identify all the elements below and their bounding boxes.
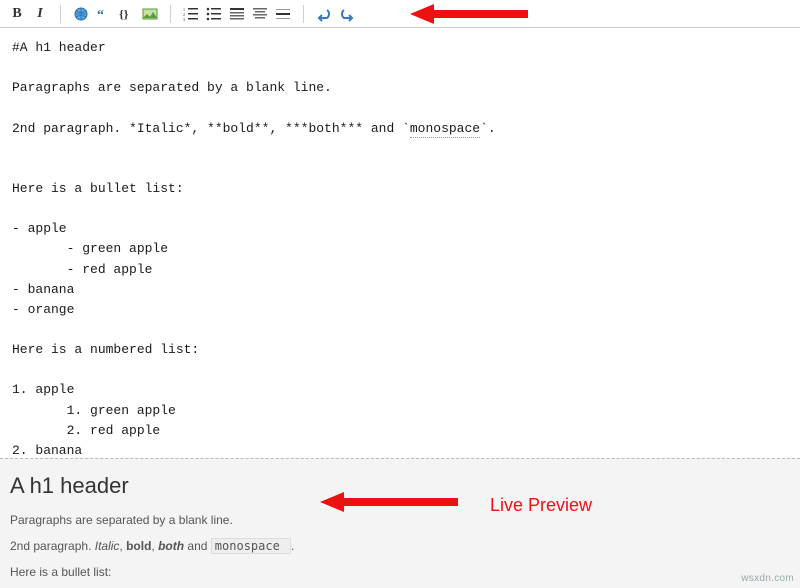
editor-line: #A h1 header: [12, 40, 106, 55]
svg-text:3: 3: [183, 17, 185, 22]
editor-mono-span: monospace: [410, 121, 480, 138]
undo-icon: [316, 6, 332, 22]
editor-line: - red apple: [12, 262, 152, 277]
preview-paragraph: Paragraphs are separated by a blank line…: [10, 513, 790, 527]
editor-line: `.: [480, 121, 496, 136]
heading-button[interactable]: [226, 3, 248, 25]
markdown-editor[interactable]: #A h1 header Paragraphs are separated by…: [0, 28, 800, 458]
preview-h1: A h1 header: [10, 473, 790, 499]
heading-icon: [229, 6, 245, 22]
toolbar: B I “ {} 1 2 3: [0, 0, 800, 28]
quote-icon: “: [96, 6, 112, 22]
toolbar-separator: [60, 5, 61, 23]
svg-text:“: “: [97, 8, 104, 22]
preview-mono: monospace: [211, 538, 291, 554]
quote-button[interactable]: “: [93, 3, 115, 25]
ordered-list-icon: 1 2 3: [183, 6, 199, 22]
editor-line: - apple: [12, 221, 67, 236]
preview-text: .: [291, 539, 294, 553]
redo-button[interactable]: [336, 3, 358, 25]
preview-bold-italic: both: [158, 539, 184, 553]
live-preview-pane: A h1 header Paragraphs are separated by …: [0, 458, 800, 588]
preview-text: 2nd paragraph.: [10, 539, 95, 553]
editor-line: 1. green apple: [12, 403, 176, 418]
italic-button[interactable]: I: [29, 3, 51, 25]
align-icon: [252, 6, 268, 22]
ordered-list-button[interactable]: 1 2 3: [180, 3, 202, 25]
preview-paragraph: 2nd paragraph. Italic, bold, both and mo…: [10, 539, 790, 553]
code-button[interactable]: {}: [116, 3, 138, 25]
preview-italic: Italic: [95, 539, 120, 553]
editor-line: Paragraphs are separated by a blank line…: [12, 80, 332, 95]
unordered-list-button[interactable]: [203, 3, 225, 25]
globe-icon: [73, 6, 89, 22]
bold-button[interactable]: B: [6, 3, 28, 25]
editor-line: 2nd paragraph. *Italic*, **bold**, ***bo…: [12, 121, 410, 136]
editor-line: - green apple: [12, 241, 168, 256]
toolbar-separator: [170, 5, 171, 23]
braces-icon: {}: [119, 6, 135, 22]
editor-line: - banana: [12, 282, 74, 297]
editor-line: - orange: [12, 302, 74, 317]
editor-line: 1. apple: [12, 382, 74, 397]
editor-line: Here is a numbered list:: [12, 342, 199, 357]
align-button[interactable]: [249, 3, 271, 25]
hr-button[interactable]: [272, 3, 294, 25]
image-icon: [142, 6, 158, 22]
image-button[interactable]: [139, 3, 161, 25]
redo-icon: [339, 6, 355, 22]
editor-line: Here is a bullet list:: [12, 181, 184, 196]
undo-button[interactable]: [313, 3, 335, 25]
svg-text:{}: {}: [119, 7, 129, 21]
editor-line: 2. banana: [12, 443, 82, 458]
preview-bold: bold: [126, 539, 151, 553]
preview-paragraph: Here is a bullet list:: [10, 565, 790, 579]
link-button[interactable]: [70, 3, 92, 25]
horizontal-rule-icon: [275, 6, 291, 22]
toolbar-separator: [303, 5, 304, 23]
unordered-list-icon: [206, 6, 222, 22]
preview-text: and: [184, 539, 211, 553]
editor-line: 2. red apple: [12, 423, 160, 438]
